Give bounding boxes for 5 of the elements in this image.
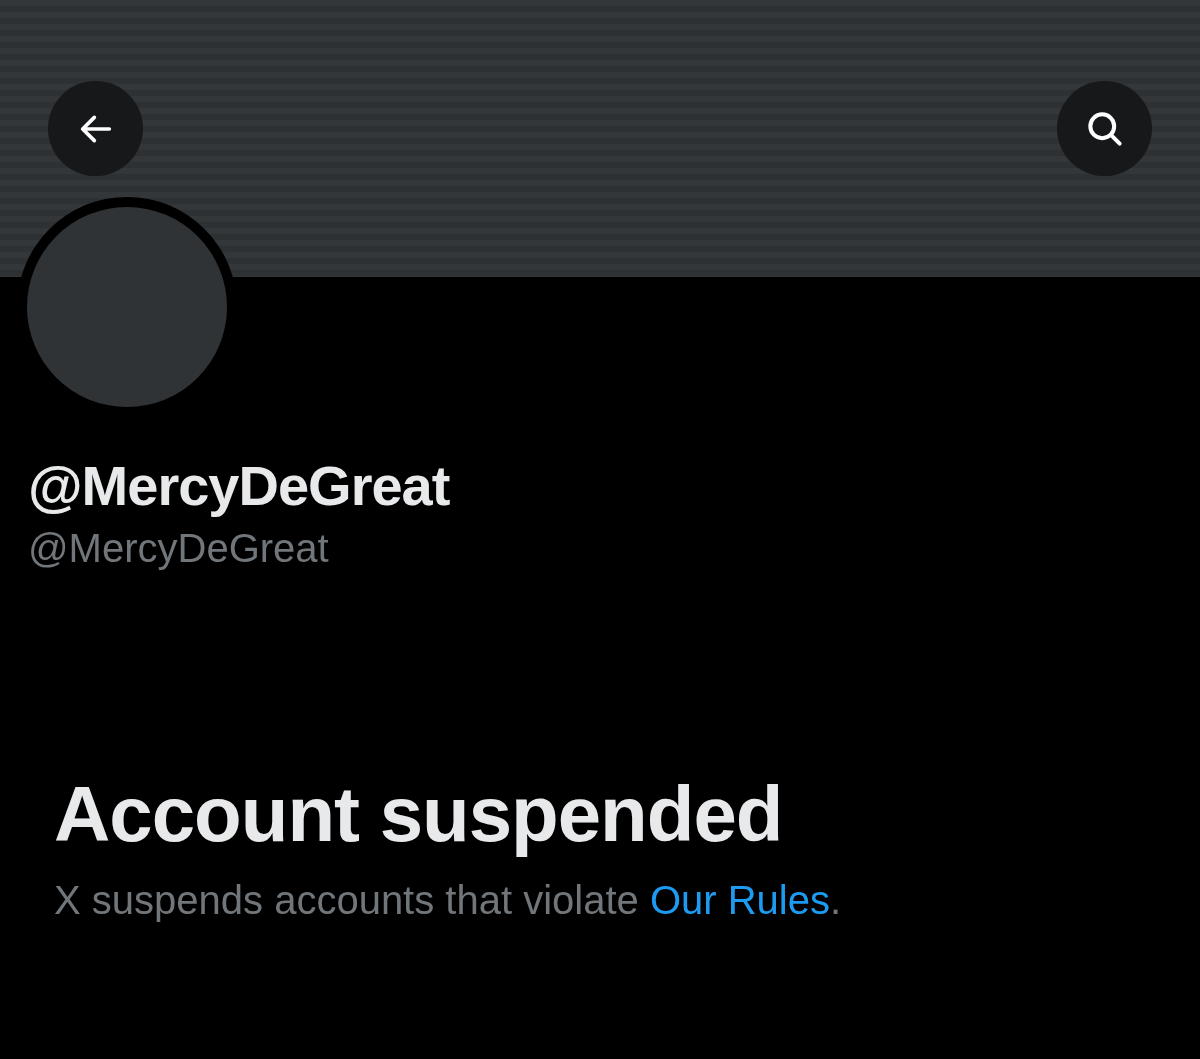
our-rules-link[interactable]: Our Rules bbox=[649, 878, 830, 922]
suspension-message: X suspends accounts that violate Our Rules. bbox=[54, 878, 843, 923]
suspended-heading: Account suspended bbox=[54, 769, 784, 860]
display-name: @MercyDeGreat bbox=[28, 453, 451, 518]
username: @MercyDeGreat bbox=[28, 526, 330, 571]
